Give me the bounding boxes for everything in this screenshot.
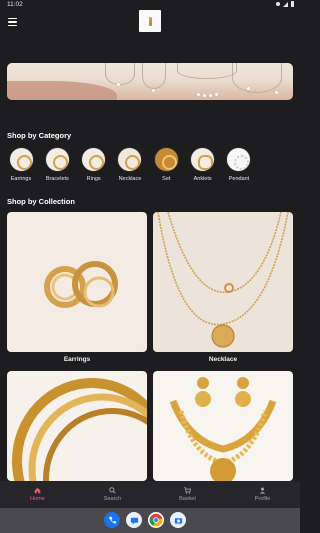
person-icon — [259, 487, 266, 494]
status-time: 11:02 — [7, 1, 23, 8]
collection-card-earrings[interactable]: Earrings — [7, 212, 147, 366]
system-navigation-bar — [0, 508, 300, 533]
brand-logo-icon[interactable] — [139, 10, 161, 32]
nav-home[interactable]: Home — [0, 481, 75, 508]
promo-banner[interactable] — [7, 63, 293, 100]
collection-section-title: Shop by Collection — [7, 197, 75, 206]
messages-app-icon[interactable] — [126, 512, 142, 528]
phone-app-icon[interactable] — [104, 512, 120, 528]
search-icon — [109, 487, 116, 494]
collection-label: Necklace — [208, 356, 238, 363]
home-icon — [34, 487, 41, 494]
chrome-app-icon[interactable] — [148, 512, 164, 528]
category-bracelets[interactable]: Bracelets — [40, 147, 74, 182]
category-label: Anklets — [193, 176, 212, 182]
wifi-icon — [275, 2, 280, 6]
collection-card-necklace[interactable]: Necklace — [153, 212, 293, 366]
category-section-title: Shop by Category — [7, 131, 72, 140]
category-image — [153, 147, 179, 172]
collection-image — [7, 212, 147, 352]
nav-search[interactable]: Search — [75, 481, 150, 508]
category-pendant[interactable]: Pendant — [222, 147, 256, 182]
nav-basket[interactable]: Basket — [150, 481, 225, 508]
category-label: Set — [162, 176, 171, 182]
category-anklets[interactable]: Anklets — [186, 147, 220, 182]
category-image — [117, 147, 143, 172]
category-image — [226, 147, 252, 172]
category-rings[interactable]: Rings — [77, 147, 111, 182]
nav-label: Basket — [179, 496, 196, 502]
camera-app-icon[interactable] — [170, 512, 186, 528]
category-set[interactable]: Set — [149, 147, 183, 182]
hamburger-menu-icon[interactable] — [8, 18, 17, 26]
status-bar: 11:02 — [0, 0, 300, 10]
category-label: Bracelets — [45, 176, 69, 182]
category-image — [8, 147, 34, 172]
app-dock — [104, 512, 186, 528]
battery-icon — [290, 1, 294, 7]
collection-card-set[interactable] — [153, 371, 293, 481]
app-bar — [0, 10, 300, 36]
category-image — [190, 147, 216, 172]
category-image — [44, 147, 70, 172]
collection-image — [153, 212, 293, 352]
category-label: Pendant — [228, 176, 250, 182]
collection-image — [153, 371, 293, 481]
category-earrings[interactable]: Earrings — [4, 147, 38, 182]
nav-label: Home — [30, 496, 45, 502]
nav-label: Profile — [254, 496, 271, 502]
nav-profile[interactable]: Profile — [225, 481, 300, 508]
signal-icon — [282, 1, 288, 7]
cart-icon — [184, 487, 191, 494]
category-necklace[interactable]: Necklace — [113, 147, 147, 182]
category-image — [81, 147, 107, 172]
collection-image — [7, 371, 147, 481]
category-label: Rings — [86, 176, 101, 182]
collection-label: Earrings — [63, 356, 91, 363]
category-list: Earrings Bracelets Rings Necklace Set An… — [4, 147, 296, 182]
category-label: Necklace — [118, 176, 142, 182]
category-label: Earrings — [10, 176, 32, 182]
nav-label: Search — [103, 496, 122, 502]
bottom-navigation: Home Search Basket Profile — [0, 481, 300, 508]
system-icons — [275, 1, 294, 7]
collection-card-bangles[interactable] — [7, 371, 147, 481]
